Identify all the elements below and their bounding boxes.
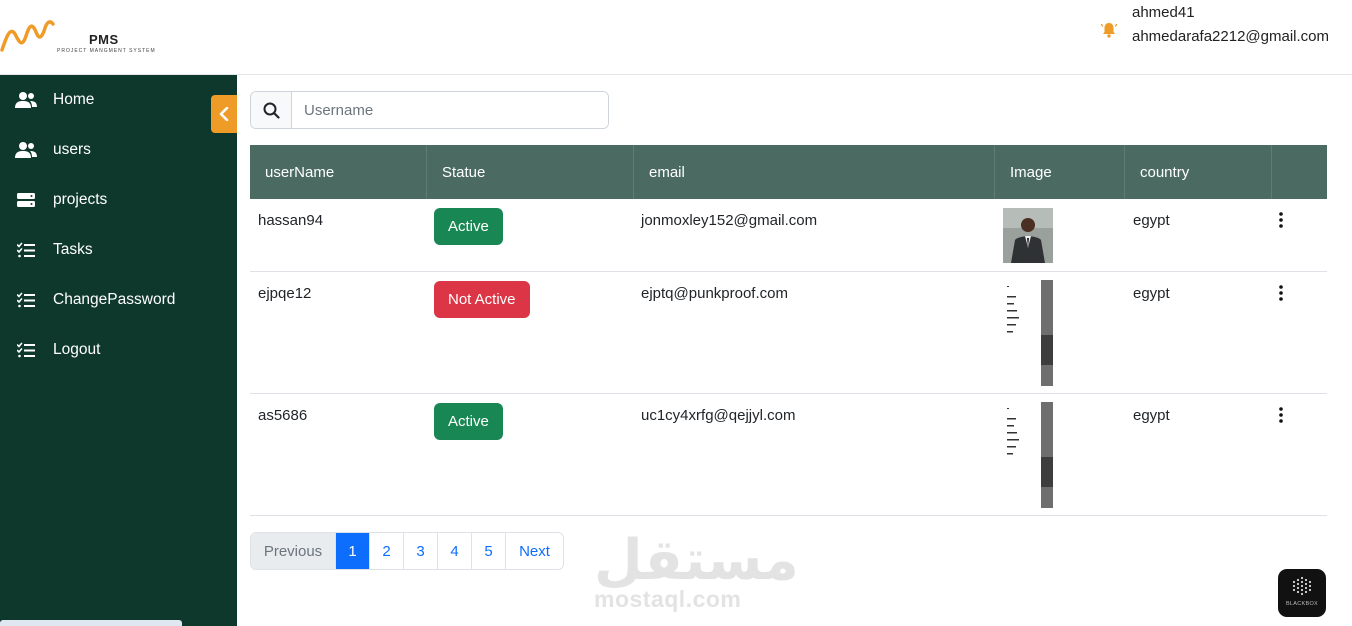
user-photo xyxy=(1003,280,1053,386)
search-input[interactable] xyxy=(292,92,608,128)
watermark-arabic: مستقل xyxy=(594,528,799,593)
cube-icon xyxy=(1292,576,1312,596)
user-photo xyxy=(1003,208,1053,263)
app-name: PMS xyxy=(89,32,119,47)
status-badge: Not Active xyxy=(434,281,530,318)
row-username: as5686 xyxy=(258,407,308,424)
top-bar: PMS PROJECT MANGMENT SYSTEM ahmed41 ahme… xyxy=(0,0,1352,75)
blackbox-button[interactable]: BLACKBOX xyxy=(1278,569,1326,617)
row-country: egypt xyxy=(1133,407,1170,424)
pagination-page-4[interactable]: 4 xyxy=(438,533,472,569)
chevron-left-icon xyxy=(219,107,229,121)
sidebar-item-label: ChangePassword xyxy=(53,291,176,308)
pagination-next[interactable]: Next xyxy=(506,533,563,569)
users-table: userName Statue email Image country hass… xyxy=(250,145,1327,516)
pagination-previous[interactable]: Previous xyxy=(251,533,336,569)
pagination-page-3[interactable]: 3 xyxy=(404,533,438,569)
status-badge: Active xyxy=(434,208,503,245)
row-country: egypt xyxy=(1133,285,1170,302)
table-header: userName Statue email Image country xyxy=(250,145,1327,199)
pagination: Previous 1 2 3 4 5 Next xyxy=(250,532,564,570)
more-options-icon[interactable] xyxy=(1277,285,1285,301)
user-name: ahmed41 xyxy=(1132,4,1195,21)
sidebar-item-change-password[interactable]: ChangePassword xyxy=(0,280,237,320)
table-row: as5686 Active uc1cy4xrfg@qejjyl.com egyp… xyxy=(250,394,1327,516)
sidebar-item-projects[interactable]: projects xyxy=(0,180,237,220)
sidebar-item-label: Logout xyxy=(53,341,101,358)
list-check-icon xyxy=(15,339,37,361)
users-icon xyxy=(15,139,37,161)
app-logo[interactable]: PMS PROJECT MANGMENT SYSTEM xyxy=(0,18,160,58)
sidebar-item-users[interactable]: users xyxy=(0,130,237,170)
pagination-page-2[interactable]: 2 xyxy=(370,533,404,569)
column-header-username: userName xyxy=(250,145,427,199)
more-options-icon[interactable] xyxy=(1277,212,1285,228)
search-icon xyxy=(251,92,292,128)
search-bar xyxy=(250,91,609,129)
sidebar-item-logout[interactable]: Logout xyxy=(0,330,237,370)
more-options-icon[interactable] xyxy=(1277,407,1285,423)
sidebar-item-label: Home xyxy=(53,91,95,108)
watermark-latin: mostaql.com xyxy=(594,586,742,612)
user-email: ahmedarafa2212@gmail.com xyxy=(1132,28,1329,45)
sidebar-collapse-button[interactable] xyxy=(211,95,237,133)
column-header-actions xyxy=(1272,145,1327,199)
table-row: hassan94 Active jonmoxley152@gmail.com e… xyxy=(250,199,1327,272)
column-header-email: email xyxy=(634,145,995,199)
sidebar-item-home[interactable]: Home xyxy=(0,80,237,120)
users-icon xyxy=(15,89,37,111)
logo-wave-icon xyxy=(0,20,55,52)
row-email: ejptq@punkproof.com xyxy=(641,285,788,302)
row-username: hassan94 xyxy=(258,212,324,229)
app-subtitle: PROJECT MANGMENT SYSTEM xyxy=(57,48,156,54)
server-icon xyxy=(15,189,37,211)
row-country: egypt xyxy=(1133,212,1170,229)
bell-icon[interactable] xyxy=(1100,21,1118,39)
sidebar: Home users projects Tasks ChangePassword… xyxy=(0,75,237,626)
user-photo xyxy=(1003,402,1053,508)
sidebar-bottom-tab xyxy=(0,620,182,626)
row-email: jonmoxley152@gmail.com xyxy=(641,212,818,229)
list-check-icon xyxy=(15,289,37,311)
column-header-image: Image xyxy=(995,145,1125,199)
blackbox-label: BLACKBOX xyxy=(1285,601,1319,607)
pagination-page-1[interactable]: 1 xyxy=(336,533,370,569)
column-header-country: country xyxy=(1125,145,1272,199)
list-check-icon xyxy=(15,239,37,261)
pagination-page-5[interactable]: 5 xyxy=(472,533,506,569)
column-header-status: Statue xyxy=(427,145,634,199)
sidebar-item-label: projects xyxy=(53,191,108,208)
table-row: ejpqe12 Not Active ejptq@punkproof.com e… xyxy=(250,272,1327,394)
sidebar-item-label: Tasks xyxy=(53,241,93,258)
sidebar-item-label: users xyxy=(53,141,91,158)
status-badge: Active xyxy=(434,403,503,440)
row-username: ejpqe12 xyxy=(258,285,312,302)
row-email: uc1cy4xrfg@qejjyl.com xyxy=(641,407,796,424)
sidebar-item-tasks[interactable]: Tasks xyxy=(0,230,237,270)
